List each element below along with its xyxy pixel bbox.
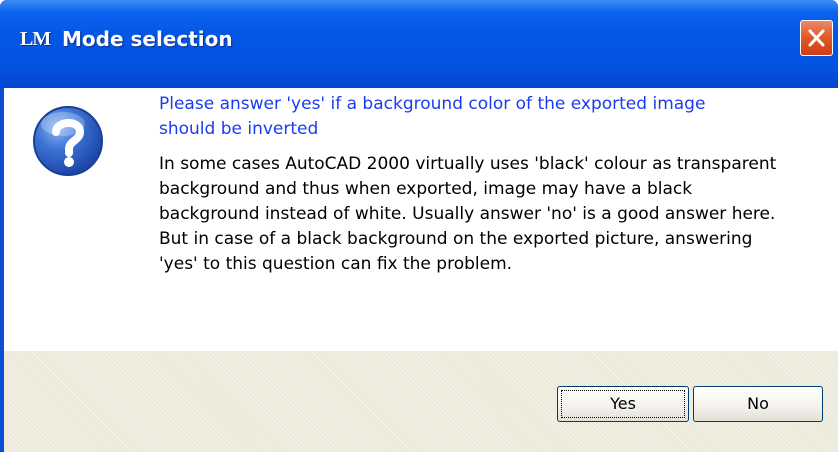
close-x-icon <box>808 29 825 47</box>
mode-selection-dialog: LM Mode selection Please answer 'yes' if… <box>0 0 838 452</box>
dialog-body: Please answer 'yes' if a background colo… <box>4 88 838 452</box>
description-text: In some cases AutoCAD 2000 virtually use… <box>159 154 777 274</box>
prompt-question-text: Please answer 'yes' if a background colo… <box>159 94 706 139</box>
no-button[interactable]: No <box>693 386 823 422</box>
question-icon <box>33 106 103 176</box>
app-logo-icon: LM <box>20 28 51 50</box>
yes-button[interactable]: Yes <box>557 386 689 422</box>
title-bar[interactable]: LM Mode selection <box>0 0 838 88</box>
window-title: Mode selection <box>62 27 233 51</box>
close-button[interactable] <box>800 20 833 56</box>
